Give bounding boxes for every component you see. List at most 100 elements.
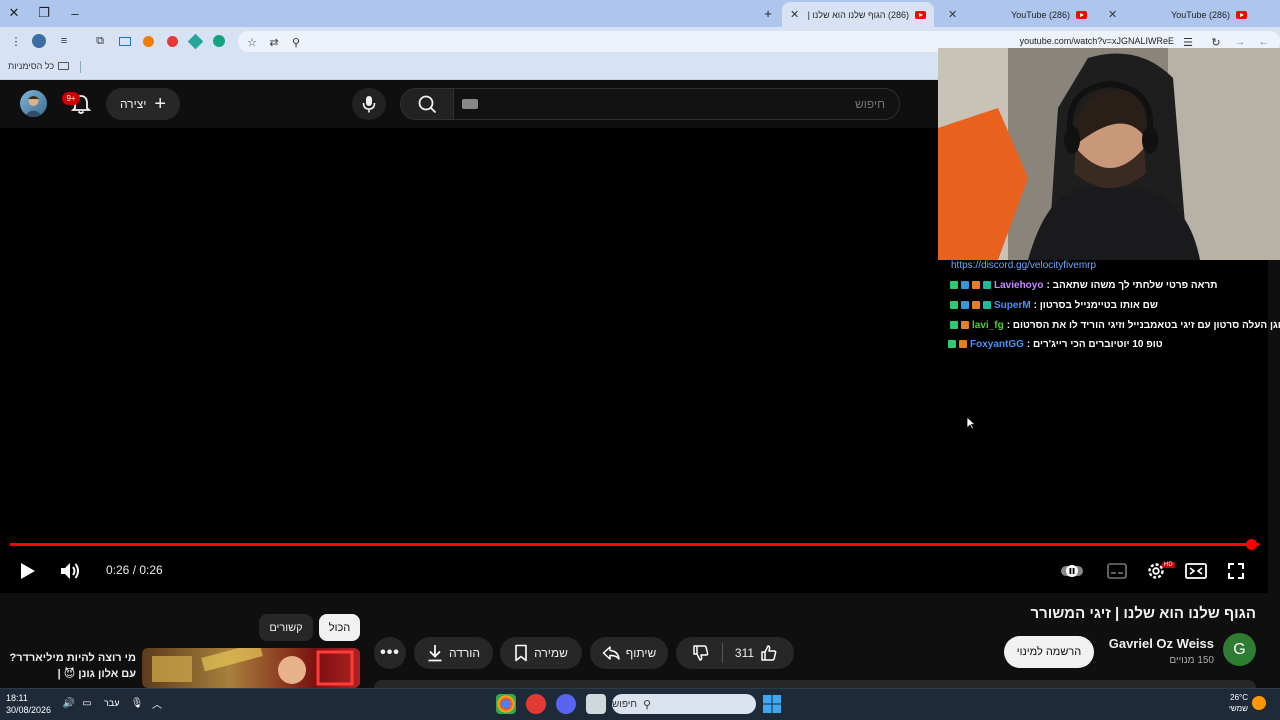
search-button[interactable]	[400, 88, 454, 120]
moderator-badge-icon	[948, 340, 956, 348]
webcam-image	[938, 48, 1280, 260]
like-button[interactable]: 311	[723, 637, 790, 669]
bookmark-star-icon[interactable]: ☆	[244, 34, 260, 50]
translate-icon[interactable]: ⇄	[266, 34, 282, 50]
extension-red-icon[interactable]	[164, 33, 180, 49]
clock-time: 18:11	[6, 693, 28, 703]
search-box[interactable]	[453, 88, 900, 120]
subscribe-button[interactable]: הרשמה למינוי	[1004, 636, 1094, 668]
save-button[interactable]: שמירה	[500, 637, 582, 669]
time-display: 0:26 / 0:26	[106, 563, 163, 577]
search-icon: ⚲	[642, 698, 652, 711]
verified-badge-icon	[961, 301, 969, 309]
all-bookmarks-label: כל הסימניות	[8, 61, 55, 71]
tab-youtube-2[interactable]: (286) YouTube ✕	[940, 2, 1095, 27]
chip-all[interactable]: הכול	[319, 614, 360, 641]
taskbar-clock[interactable]: 18:11 30/08/2026	[6, 692, 51, 716]
dislike-button[interactable]	[680, 637, 722, 669]
chat-message: FoxyantGG טופ 10 יוטיוברים הכי רייג'רים …	[948, 336, 1163, 352]
chat-message: lavi_fg רוגן העלה סרטון עם זיגי בטאמבניי…	[950, 317, 1280, 333]
extensions-icon[interactable]: ⧉	[92, 33, 108, 49]
tab-youtube-1[interactable]: (286) YouTube ✕	[1100, 2, 1255, 27]
avatar-face-icon	[24, 96, 43, 117]
speaker-icon[interactable]: 🔊	[62, 696, 76, 710]
fullscreen-button[interactable]	[1224, 559, 1248, 583]
grammarly-icon[interactable]	[211, 33, 227, 49]
sun-icon	[1252, 696, 1266, 710]
autoplay-toggle[interactable]	[1060, 559, 1084, 583]
create-button[interactable]: + יצירה	[106, 88, 180, 120]
progress-bar[interactable]	[10, 543, 1259, 546]
recommended-thumbnail[interactable]	[142, 648, 360, 688]
zoom-icon[interactable]: ⚲	[288, 34, 304, 50]
volume-icon	[61, 563, 79, 579]
restore-window-icon[interactable]: ❐	[34, 4, 54, 22]
subtitles-icon	[1107, 563, 1127, 579]
new-tab-button[interactable]: +	[758, 4, 778, 22]
extension-screen-icon[interactable]	[117, 33, 133, 49]
weather-desc: שמשי	[1228, 704, 1248, 713]
tab-title: (286) YouTube	[1011, 9, 1070, 20]
youtube-favicon-icon	[1076, 10, 1087, 19]
play-button[interactable]	[16, 560, 38, 582]
share-button[interactable]: שיתוף	[590, 637, 668, 669]
windows-start-icon[interactable]	[762, 694, 782, 714]
close-tab-icon[interactable]: ✕	[790, 8, 799, 21]
folder-icon	[58, 62, 70, 70]
close-tab-icon[interactable]: ✕	[1108, 8, 1117, 21]
search-input[interactable]	[505, 97, 885, 111]
account-avatar[interactable]	[20, 90, 47, 117]
minimize-window-icon[interactable]: –	[65, 4, 85, 22]
close-window-icon[interactable]: ✕	[4, 4, 24, 22]
chat-message: Laviehoyo תראה פרטי שלחתי לך משהו שתאהב …	[950, 277, 1217, 293]
discord-link[interactable]: https://discord.gg/velocityfivemrp	[951, 260, 1096, 271]
more-dots-icon: •••	[380, 644, 400, 661]
chat-username: lavi_fg	[972, 319, 1004, 331]
chat-message: SuperM שם אותו בטיימנייל בסרטון :	[950, 297, 1158, 313]
close-tab-icon[interactable]: ✕	[948, 8, 957, 21]
app-taskbar-icon[interactable]	[526, 694, 546, 714]
tab-active[interactable]: (286) הגוף שלנו הוא שלנו | זיגי ✕	[782, 2, 934, 27]
taskbar-search[interactable]: ⚲ חיפוש	[612, 694, 756, 714]
mic-tray-icon[interactable]: 🎙	[130, 696, 144, 710]
theater-mode-button[interactable]	[1184, 559, 1208, 583]
thumbs-up-icon	[761, 645, 777, 661]
download-button[interactable]: הורדה	[414, 637, 493, 669]
chat-text: תראה פרטי שלחתי לך משהו שתאהב :	[1046, 279, 1218, 291]
network-icon[interactable]: ▭	[80, 696, 94, 710]
extension-teal-icon[interactable]	[187, 33, 203, 49]
weather-widget[interactable]: 26°C שמשי	[1222, 692, 1248, 714]
profile-icon[interactable]	[31, 33, 47, 49]
chevron-up-icon[interactable]: ︿	[150, 696, 164, 711]
discord-taskbar-icon[interactable]	[556, 694, 576, 714]
url-text[interactable]: youtube.com/watch?v=xJGNALIWReE	[940, 36, 1174, 46]
progress-scrubber[interactable]	[1246, 539, 1257, 550]
file-explorer-taskbar-icon[interactable]	[586, 694, 606, 714]
chat-text: שם אותו בטיימנייל בסרטון :	[1033, 299, 1158, 311]
channel-name[interactable]: Gavriel Oz Weiss	[1090, 636, 1214, 651]
chat-username: SuperM	[994, 299, 1031, 311]
reading-list-icon[interactable]: ≡	[56, 33, 72, 49]
tab-title: (286) הגוף שלנו הוא שלנו | זיגי	[805, 9, 909, 20]
mouse-cursor-icon	[966, 416, 976, 430]
all-bookmarks-button[interactable]: כל הסימניות	[8, 61, 70, 71]
bookmark-divider	[80, 61, 81, 73]
voice-search-button[interactable]	[352, 88, 386, 120]
extension-orange-icon[interactable]	[140, 33, 156, 49]
like-dislike-group: 311	[676, 637, 794, 669]
chrome-taskbar-icon[interactable]	[496, 694, 516, 714]
chip-related[interactable]: קשורים	[259, 614, 313, 641]
theater-icon	[1185, 563, 1207, 579]
recommended-title[interactable]: מי רוצה להיות מיליארדר? עם אלון גונן 😈 |	[8, 650, 136, 682]
language-indicator[interactable]: עבר	[104, 698, 119, 708]
youtube-favicon-icon	[915, 10, 926, 19]
subtitles-button[interactable]	[1105, 559, 1129, 583]
search-icon	[418, 95, 437, 114]
menu-dots-icon[interactable]: ⋮	[8, 33, 24, 49]
volume-button[interactable]	[58, 559, 82, 583]
notifications-badge: 9+	[62, 92, 80, 105]
more-actions-button[interactable]: •••	[374, 637, 406, 669]
tab-title: (286) YouTube	[1171, 9, 1230, 20]
keyboard-icon[interactable]	[462, 99, 478, 109]
channel-avatar[interactable]: G	[1223, 633, 1256, 666]
